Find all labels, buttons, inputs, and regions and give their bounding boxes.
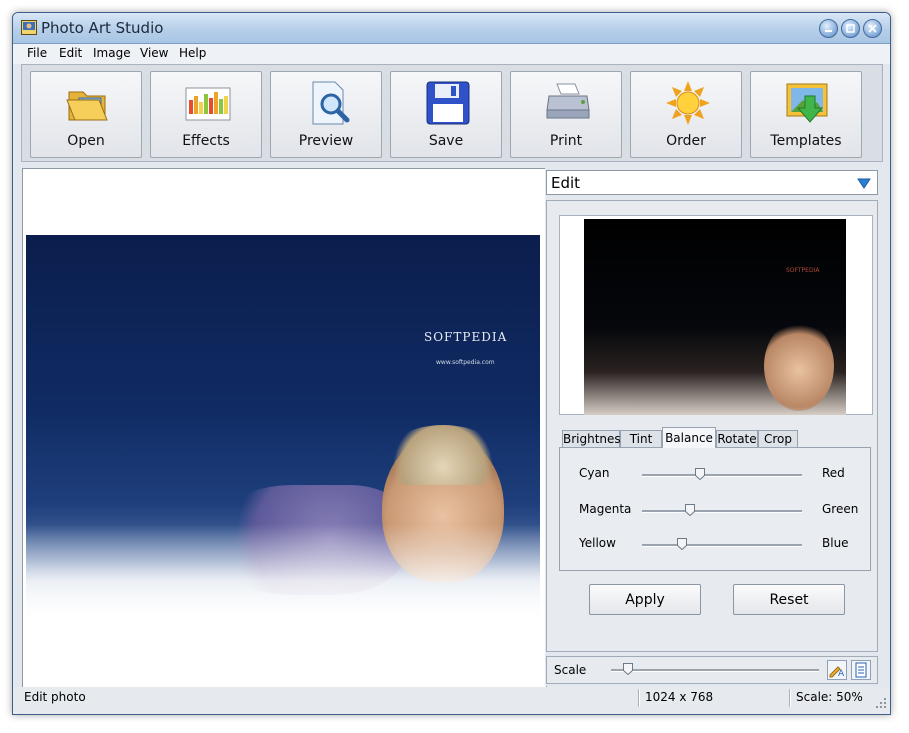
minimize-button[interactable] — [819, 19, 838, 38]
thumbnail-frame: SOFTPEDIA — [559, 215, 873, 415]
slider-thumb-icon[interactable] — [677, 538, 687, 550]
menu-edit[interactable]: Edit — [59, 46, 82, 60]
scale-bar: Scale A — [546, 656, 878, 684]
toolbar: Open Effects Preview Save Print Order Te… — [21, 64, 883, 162]
photo-fog — [26, 524, 540, 619]
edit-side-panel: Edit SOFTPEDIA Brightness Tint Balance R… — [545, 168, 881, 686]
open-button[interactable]: Open — [30, 71, 142, 158]
resize-grip-icon[interactable] — [875, 697, 887, 709]
status-message: Edit photo — [24, 690, 86, 704]
status-separator — [638, 689, 640, 707]
zoom-scale: Scale: 50% — [796, 690, 863, 704]
menu-image[interactable]: Image — [93, 46, 131, 60]
slider-thumb-icon[interactable] — [622, 663, 633, 675]
app-icon — [21, 20, 37, 35]
mode-dropdown[interactable]: Edit — [546, 170, 878, 195]
menu-bar: File Edit Image View Help — [13, 44, 890, 64]
maximize-icon — [846, 24, 855, 33]
print-button[interactable]: Print — [510, 71, 622, 158]
save-label: Save — [428, 133, 464, 149]
templates-button[interactable]: Templates — [750, 71, 862, 158]
menu-file[interactable]: File — [27, 46, 47, 60]
image-canvas[interactable]: SOFTPEDIA www.softpedia.com — [22, 168, 547, 688]
zoom-fit-button[interactable]: A — [827, 660, 847, 680]
photo-url-text: www.softpedia.com — [436, 359, 495, 366]
order-button[interactable]: Order — [630, 71, 742, 158]
thumbnail-brand-text: SOFTPEDIA — [786, 267, 820, 274]
chevron-down-icon — [857, 178, 871, 189]
effects-label: Effects — [182, 133, 230, 149]
tab-tint[interactable]: Tint — [620, 430, 662, 447]
image-dimensions: 1024 x 768 — [645, 690, 714, 704]
magenta-green-slider[interactable] — [642, 504, 802, 516]
effects-chart-icon — [185, 87, 231, 121]
maximize-button[interactable] — [841, 19, 860, 38]
menu-help[interactable]: Help — [179, 46, 206, 60]
folder-open-icon — [66, 91, 108, 121]
balance-tab-page: Cyan Red Magenta Green Yellow Blue — [559, 447, 871, 571]
save-button[interactable]: Save — [390, 71, 502, 158]
page-icon — [855, 662, 867, 678]
preview-button[interactable]: Preview — [270, 71, 382, 158]
yellow-blue-slider[interactable] — [642, 538, 802, 550]
status-separator — [789, 689, 791, 707]
magenta-label: Magenta — [579, 502, 632, 516]
slider-thumb-icon[interactable] — [685, 504, 695, 516]
red-label: Red — [822, 466, 845, 480]
slider-thumb-icon[interactable] — [694, 468, 705, 480]
minimize-icon — [825, 30, 832, 32]
pencil-a-icon: A — [829, 666, 845, 679]
order-label: Order — [666, 133, 706, 149]
magnifier-page-icon — [312, 81, 350, 125]
photo-figure-hair — [388, 425, 498, 485]
yellow-label: Yellow — [579, 536, 616, 550]
download-arrow-icon — [786, 83, 828, 123]
cyan-red-slider[interactable] — [642, 468, 802, 480]
cyan-red-row: Cyan Red — [560, 466, 870, 486]
blue-label: Blue — [822, 536, 849, 550]
photo-brand-text: SOFTPEDIA — [424, 330, 508, 344]
close-button[interactable] — [863, 19, 882, 38]
close-icon — [868, 24, 877, 33]
scale-slider[interactable] — [611, 663, 819, 675]
floppy-disk-icon — [426, 81, 470, 125]
yellow-blue-row: Yellow Blue — [560, 536, 870, 556]
open-label: Open — [67, 133, 105, 149]
zoom-actual-button[interactable] — [851, 660, 871, 680]
tab-brightness[interactable]: Brightness — [562, 430, 627, 447]
app-window: Photo Art Studio File Edit Image View He… — [12, 12, 891, 715]
green-label: Green — [822, 502, 859, 516]
effects-button[interactable]: Effects — [150, 71, 262, 158]
title-bar: Photo Art Studio — [13, 13, 890, 44]
scale-label: Scale — [554, 663, 587, 677]
preview-label: Preview — [298, 133, 354, 149]
tab-balance[interactable]: Balance — [662, 427, 716, 448]
menu-view[interactable]: View — [140, 46, 168, 60]
tab-crop[interactable]: Crop — [758, 430, 798, 447]
cyan-label: Cyan — [579, 466, 610, 480]
window-title: Photo Art Studio — [41, 19, 164, 37]
print-label: Print — [549, 133, 583, 149]
thumbnail-preview: SOFTPEDIA — [584, 219, 846, 415]
thumbnail-figure — [764, 321, 834, 411]
reset-button[interactable]: Reset — [733, 584, 845, 615]
edit-panel: SOFTPEDIA Brightness Tint Balance Rotate… — [546, 200, 878, 652]
edited-photo: SOFTPEDIA www.softpedia.com — [26, 235, 540, 619]
magenta-green-row: Magenta Green — [560, 502, 870, 522]
templates-label: Templates — [770, 133, 842, 149]
mode-dropdown-value: Edit — [551, 174, 581, 192]
status-bar: Edit photo 1024 x 768 Scale: 50% — [13, 687, 890, 714]
sun-icon — [666, 81, 710, 125]
printer-icon — [546, 83, 590, 119]
svg-text:A: A — [838, 669, 845, 679]
tab-rotate[interactable]: Rotate — [716, 430, 758, 447]
apply-button[interactable]: Apply — [589, 584, 701, 615]
